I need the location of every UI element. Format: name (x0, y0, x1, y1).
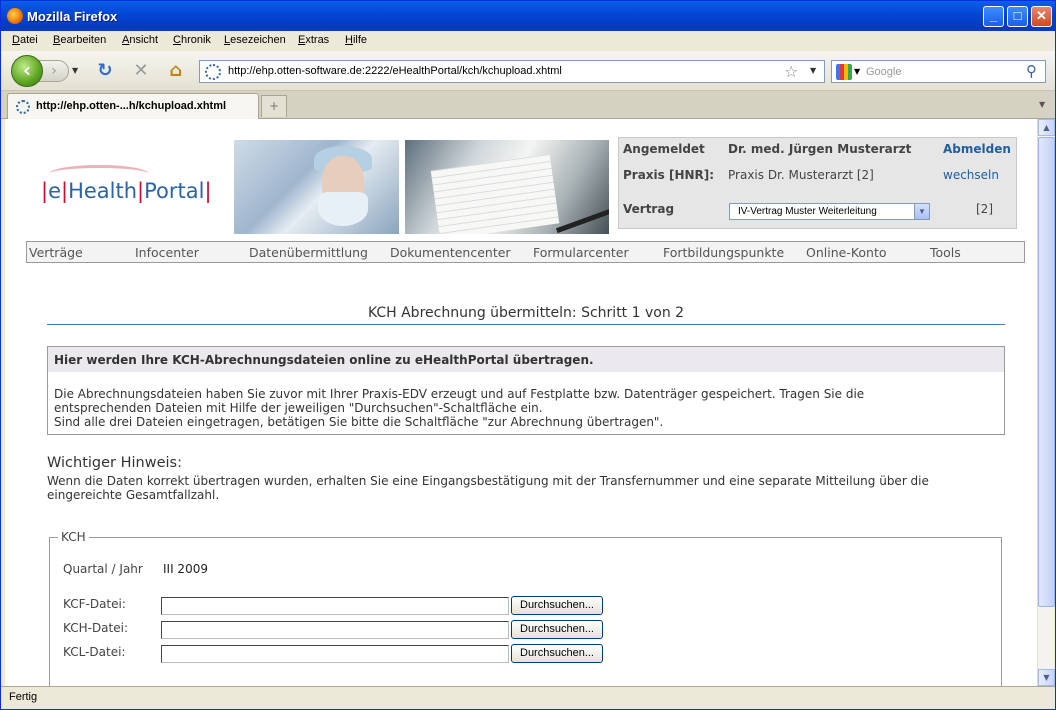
switch-praxis-link[interactable]: wechseln (943, 168, 999, 182)
page-loading-icon (205, 64, 221, 80)
nav-online-konto[interactable]: Online-Konto (806, 245, 887, 260)
close-button[interactable]: ✕ (1031, 6, 1052, 27)
ehealthportal-logo[interactable]: |e|Health|Portal| (41, 179, 212, 203)
menu-chronik[interactable]: Chronik (173, 34, 211, 46)
kcf-browse-button[interactable]: Durchsuchen... (511, 596, 603, 615)
praxis-label: Praxis [HNR]: (623, 168, 715, 182)
quartal-label: Quartal / Jahr (63, 562, 143, 576)
logo-text: Health (68, 179, 138, 203)
page-content: |e|Health|Portal| Angemeldet Dr. med. Jü… (5, 119, 1037, 686)
kch-label: KCH-Datei: (63, 621, 129, 635)
scroll-thumb[interactable] (1038, 137, 1055, 607)
logo-text: | (204, 179, 212, 203)
google-icon[interactable] (836, 64, 852, 80)
minimize-button[interactable]: _ (983, 6, 1004, 27)
info-heading: Hier werden Ihre KCH-Abrechnungsdateien … (48, 347, 1004, 372)
chevron-down-icon[interactable]: ▼ (914, 204, 929, 219)
menu-bar: Datei Bearbeiten Ansicht Chronik Lesezei… (1, 31, 1055, 51)
surgeon-photo (234, 140, 399, 234)
vertrag-select[interactable]: IV-Vertrag Muster Weiterleitung ▼ (729, 203, 930, 220)
main-navigation: Verträge Infocenter Datenübermittlung Do… (26, 241, 1025, 263)
logo-text: Portal (144, 179, 205, 203)
status-bar: Fertig (1, 686, 1055, 709)
logout-link[interactable]: Abmelden (943, 142, 1011, 156)
kcl-browse-button[interactable]: Durchsuchen... (511, 644, 603, 663)
menu-extras[interactable]: Extras (298, 34, 329, 46)
logo-text: e (48, 179, 61, 203)
menu-lesezeichen[interactable]: Lesezeichen (224, 34, 286, 46)
hinweis-heading: Wichtiger Hinweis: (47, 455, 182, 471)
fieldset-legend: KCH (58, 530, 89, 544)
kcl-label: KCL-Datei: (63, 645, 126, 659)
info-box: Hier werden Ihre KCH-Abrechnungsdateien … (47, 346, 1005, 435)
kch-file-input[interactable] (161, 621, 509, 639)
nav-tools[interactable]: Tools (930, 245, 961, 260)
vertrag-label: Vertrag (623, 202, 675, 216)
info-line: Die Abrechnungsdateien haben Sie zuvor m… (54, 387, 865, 401)
info-line: Sind alle drei Dateien eingetragen, betä… (54, 415, 664, 429)
angemeldet-label: Angemeldet (623, 142, 705, 156)
maximize-button[interactable]: □ (1007, 6, 1028, 27)
status-text: Fertig (9, 691, 38, 703)
window-title: Mozilla Firefox (27, 9, 118, 24)
kch-browse-button[interactable]: Durchsuchen... (511, 620, 603, 639)
stop-icon[interactable]: ✕ (130, 61, 152, 83)
title-divider (47, 324, 1005, 325)
reload-icon[interactable]: ↻ (94, 61, 116, 83)
menu-datei[interactable]: Datei (12, 34, 38, 46)
vertrag-count: [2] (976, 202, 993, 216)
url-dropdown-icon[interactable]: ▼ (810, 66, 816, 75)
info-body: Die Abrechnungsdateien haben Sie zuvor m… (54, 387, 994, 429)
firefox-icon (7, 8, 23, 24)
page-title: KCH Abrechnung übermitteln: Schritt 1 vo… (367, 305, 685, 321)
kch-fieldset: KCH Quartal / Jahr III 2009 KCF-Datei: D… (49, 530, 1002, 686)
search-placeholder: Google (866, 66, 902, 78)
info-line: entsprechenden Dateien mit Hilfe der jew… (54, 401, 543, 415)
url-bar[interactable]: http://ehp.otten-software.de:2222/eHealt… (199, 60, 825, 83)
nav-fortbildungspunkte[interactable]: Fortbildungspunkte (663, 245, 784, 260)
documents-photo (405, 140, 609, 234)
search-bar[interactable]: ▼ Google ⚲ (831, 60, 1046, 83)
menu-ansicht[interactable]: Ansicht (122, 34, 158, 46)
nav-infocenter[interactable]: Infocenter (135, 245, 199, 260)
home-icon[interactable]: ⌂ (165, 61, 187, 83)
tab-label: http://ehp.otten-...h/kchupload.xhtml (36, 100, 227, 112)
nav-dokumentencenter[interactable]: Dokumentencenter (390, 245, 511, 260)
navigation-toolbar: › ‹ ▼ ↻ ✕ ⌂ http://ehp.otten-software.de… (1, 51, 1055, 91)
history-dropdown-icon[interactable]: ▼ (72, 66, 78, 75)
search-icon[interactable]: ⚲ (1026, 62, 1037, 80)
vertrag-selected-value: IV-Vertrag Muster Weiterleitung (738, 206, 877, 217)
bookmark-star-icon[interactable]: ☆ (784, 62, 798, 81)
user-name: Dr. med. Jürgen Musterarzt (728, 142, 912, 156)
kcf-file-input[interactable] (161, 597, 509, 615)
nav-vertraege[interactable]: Verträge (29, 245, 83, 260)
scroll-up-icon[interactable]: ▲ (1038, 119, 1055, 136)
tab-loading-icon (16, 100, 30, 114)
quartal-value: III 2009 (163, 562, 208, 576)
user-info-box: Angemeldet Dr. med. Jürgen Musterarzt Ab… (618, 137, 1017, 229)
kcf-label: KCF-Datei: (63, 597, 126, 611)
search-engine-dropdown-icon[interactable]: ▼ (854, 67, 860, 76)
browser-window: Mozilla Firefox _ □ ✕ Datei Bearbeiten A… (0, 0, 1056, 710)
url-text: http://ehp.otten-software.de:2222/eHealt… (228, 65, 562, 77)
scroll-down-icon[interactable]: ▼ (1038, 669, 1055, 686)
tab-list-icon[interactable]: ▼ (1039, 100, 1045, 109)
kcl-file-input[interactable] (161, 645, 509, 663)
vertical-scrollbar[interactable]: ▲ ▼ (1037, 119, 1055, 686)
forward-button[interactable]: › (39, 60, 69, 82)
menu-hilfe[interactable]: Hilfe (345, 34, 367, 46)
title-bar: Mozilla Firefox _ □ ✕ (1, 1, 1055, 31)
praxis-value: Praxis Dr. Musterarzt [2] (728, 168, 874, 182)
nav-datenuebermittlung[interactable]: Datenübermittlung (249, 245, 368, 260)
nav-formularcenter[interactable]: Formularcenter (533, 245, 629, 260)
new-tab-button[interactable]: + (261, 95, 287, 117)
tab-kchupload[interactable]: http://ehp.otten-...h/kchupload.xhtml (7, 93, 259, 119)
back-button[interactable]: ‹ (11, 55, 43, 87)
tab-bar: http://ehp.otten-...h/kchupload.xhtml + … (1, 91, 1055, 119)
menu-bearbeiten[interactable]: Bearbeiten (53, 34, 106, 46)
hinweis-text: Wenn die Daten korrekt übertragen wurden… (47, 474, 929, 502)
